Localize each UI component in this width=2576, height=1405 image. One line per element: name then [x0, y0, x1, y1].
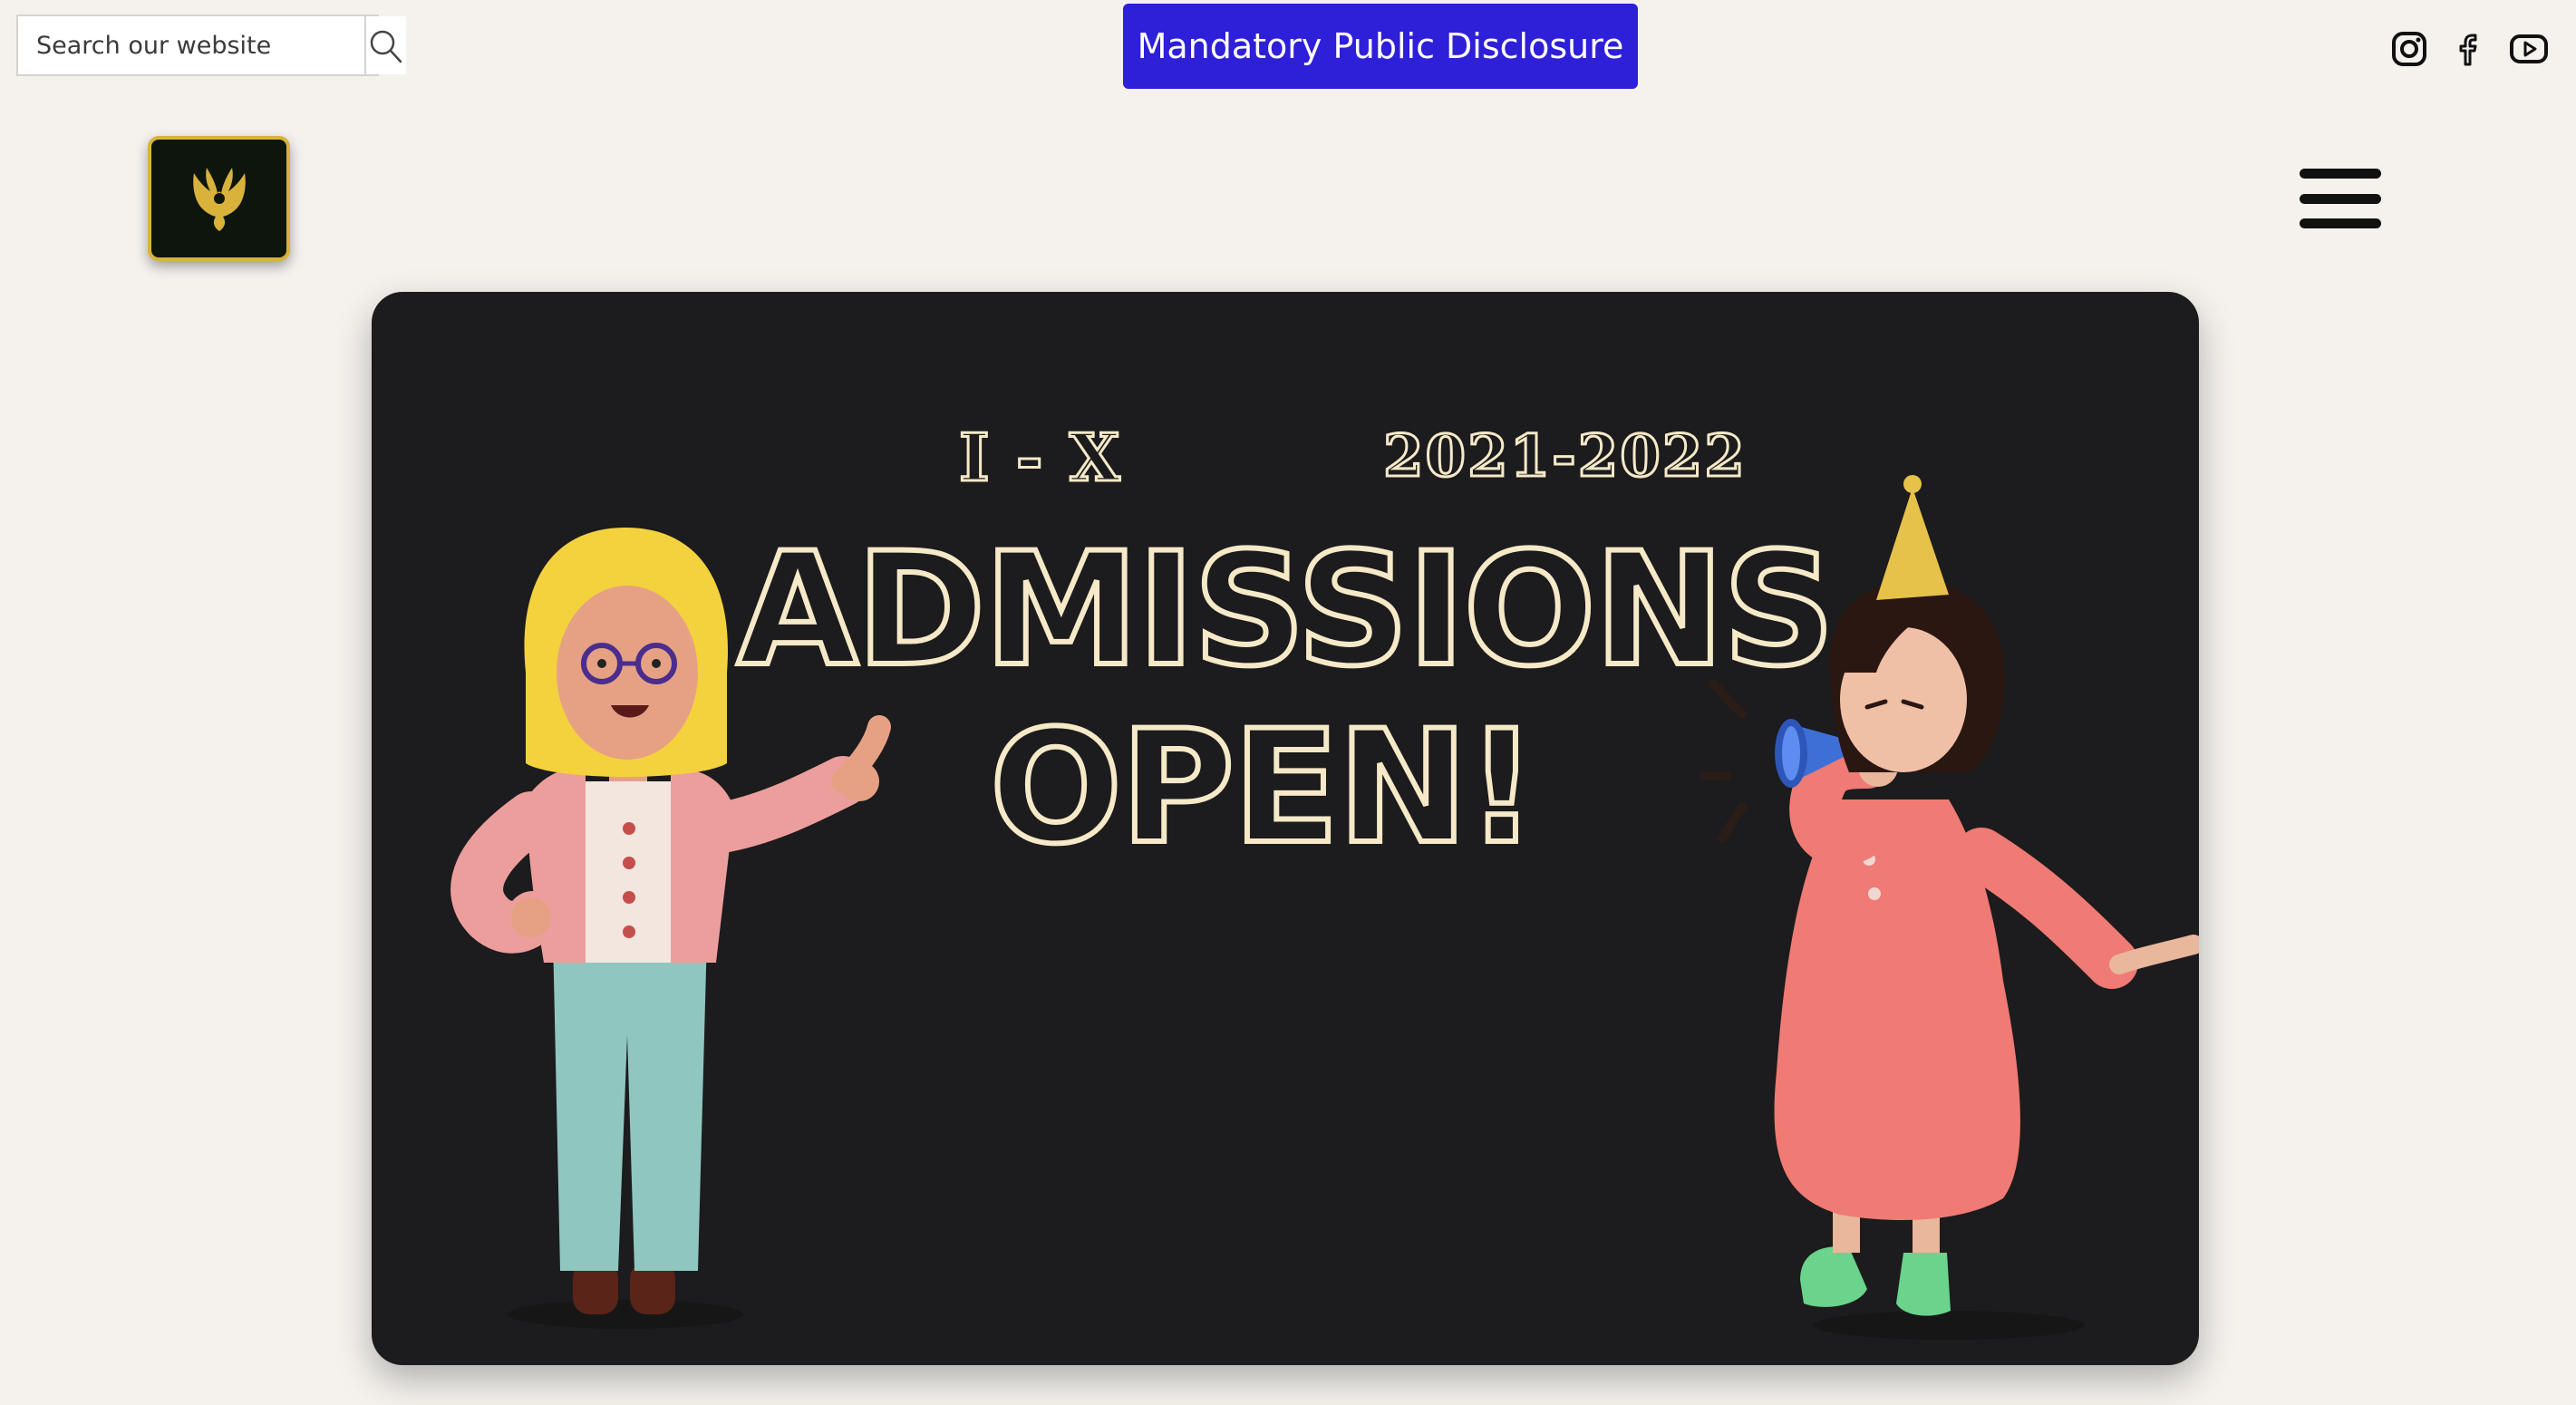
- headline-open: OPEN!: [987, 693, 1540, 881]
- youtube-link[interactable]: [2509, 29, 2549, 69]
- hamburger-icon: [2300, 169, 2381, 179]
- mandatory-disclosure-button[interactable]: Mandatory Public Disclosure: [1123, 4, 1638, 89]
- youtube-icon: [2510, 34, 2548, 63]
- academic-year: 2021-2022: [1382, 422, 1747, 492]
- facebook-icon: [2459, 34, 2477, 66]
- grade-range: I - X: [958, 418, 1122, 498]
- admissions-banner[interactable]: I - X 2021-2022 ADMISSIONS OPEN!: [372, 292, 2199, 1365]
- social-links: [2389, 29, 2549, 69]
- school-logo[interactable]: [148, 136, 290, 261]
- headline-admissions: ADMISSIONS: [734, 516, 1837, 703]
- menu-button[interactable]: [2300, 169, 2381, 228]
- search-input[interactable]: [18, 16, 364, 74]
- search-button[interactable]: [364, 16, 406, 74]
- instagram-icon: [2392, 32, 2426, 66]
- search-bar: [16, 15, 406, 76]
- search-icon: [370, 30, 402, 63]
- phoenix-icon: [192, 168, 246, 231]
- page: Mandatory Public Disclosure: [0, 0, 2576, 1405]
- instagram-link[interactable]: [2389, 29, 2429, 69]
- facebook-link[interactable]: [2449, 29, 2489, 69]
